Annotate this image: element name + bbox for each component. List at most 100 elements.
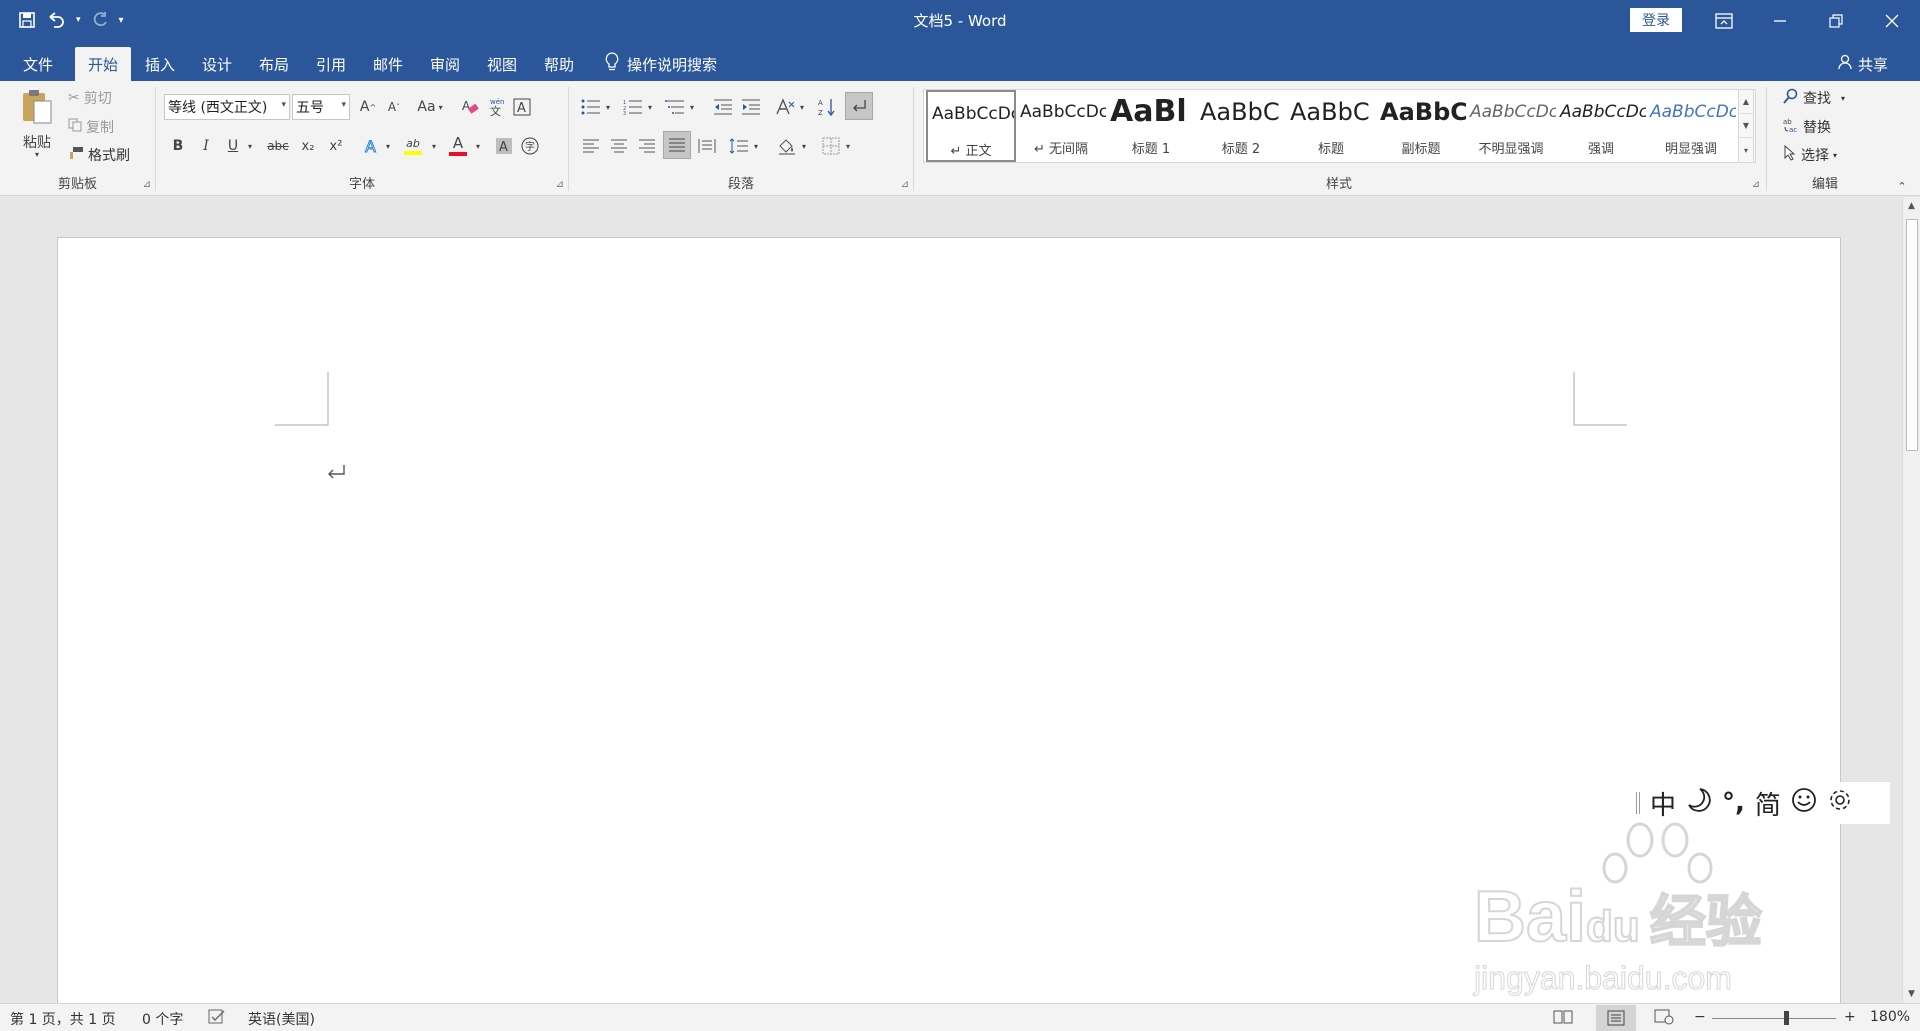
- login-button[interactable]: 登录: [1630, 8, 1682, 32]
- borders-icon[interactable]: [819, 133, 843, 159]
- superscript-button[interactable]: x²: [324, 133, 348, 159]
- tab-insert[interactable]: 插入: [134, 47, 186, 81]
- highlight-button[interactable]: ab: [400, 133, 426, 159]
- minimize-icon[interactable]: [1752, 0, 1808, 41]
- underline-dropdown-icon[interactable]: ▾: [244, 133, 256, 159]
- chinese-layout-icon[interactable]: [773, 94, 797, 120]
- show-marks-icon[interactable]: [845, 92, 873, 120]
- bullets-dropdown-icon[interactable]: ▾: [603, 94, 613, 120]
- font-name-dropdown-icon[interactable]: ▾: [281, 100, 286, 110]
- close-icon[interactable]: [1864, 0, 1920, 41]
- grow-font-button[interactable]: A ^: [356, 94, 380, 120]
- page-count[interactable]: 第 1 页，共 1 页: [10, 1009, 116, 1029]
- styles-launcher-icon[interactable]: ⊿: [1752, 179, 1760, 190]
- word-count[interactable]: 0 个字: [142, 1009, 183, 1029]
- select-dropdown-icon[interactable]: ▾: [1833, 151, 1837, 160]
- web-layout-icon[interactable]: [1654, 1009, 1674, 1029]
- borders-dropdown-icon[interactable]: ▾: [843, 133, 853, 159]
- ime-script-toggle[interactable]: 简: [1755, 785, 1781, 822]
- select-button[interactable]: 选择 ▾: [1783, 144, 1837, 165]
- replace-button[interactable]: ab ac 替换: [1783, 117, 1831, 137]
- shading-icon[interactable]: [775, 133, 799, 159]
- font-color-button[interactable]: A: [446, 133, 470, 159]
- emoji-icon[interactable]: [1791, 787, 1817, 820]
- bold-button[interactable]: B: [166, 133, 190, 159]
- font-name-combo[interactable]: 等线 (西文正文) ▾: [164, 94, 290, 120]
- tab-home[interactable]: 开始: [75, 47, 131, 81]
- increase-indent-icon[interactable]: [739, 94, 763, 120]
- tab-references[interactable]: 引用: [305, 47, 357, 81]
- zoom-slider-track[interactable]: [1712, 1018, 1836, 1019]
- cut-button[interactable]: ✂ 剪切: [68, 88, 112, 108]
- multilevel-dropdown-icon[interactable]: ▾: [687, 94, 697, 120]
- text-effects-icon[interactable]: A: [360, 133, 384, 159]
- zoom-level[interactable]: 180%: [1870, 1009, 1910, 1025]
- phonetic-guide-icon[interactable]: wén 文: [484, 94, 508, 120]
- font-launcher-icon[interactable]: ⊿: [556, 179, 564, 190]
- chinese-layout-dropdown-icon[interactable]: ▾: [797, 94, 807, 120]
- gear-icon[interactable]: [1827, 787, 1853, 820]
- print-layout-icon[interactable]: [1596, 1005, 1636, 1031]
- ime-drag-handle[interactable]: [1636, 792, 1640, 814]
- paragraph-launcher-icon[interactable]: ⊿: [901, 179, 909, 190]
- distributed-icon[interactable]: [695, 133, 719, 159]
- tab-file[interactable]: 文件: [12, 47, 64, 81]
- scroll-down-icon[interactable]: ▼: [1903, 985, 1920, 1003]
- tell-me-search[interactable]: 操作说明搜索: [605, 47, 717, 81]
- ribbon-display-options-icon[interactable]: [1696, 0, 1752, 41]
- document-page[interactable]: [57, 237, 1841, 1003]
- clipboard-launcher-icon[interactable]: ⊿: [143, 179, 151, 190]
- language[interactable]: 英语(美国): [248, 1009, 315, 1029]
- format-painter-button[interactable]: 格式刷: [68, 145, 130, 165]
- tab-view[interactable]: 视图: [476, 47, 528, 81]
- enclose-characters-icon[interactable]: 字: [518, 133, 542, 159]
- highlight-dropdown-icon[interactable]: ▾: [428, 133, 440, 159]
- character-shading-icon[interactable]: A: [492, 133, 516, 159]
- underline-button[interactable]: U: [222, 133, 244, 159]
- zoom-in-button[interactable]: +: [1844, 1009, 1856, 1025]
- italic-button[interactable]: I: [194, 133, 218, 159]
- text-effects-dropdown-icon[interactable]: ▾: [382, 133, 394, 159]
- zoom-out-button[interactable]: −: [1694, 1009, 1706, 1025]
- find-button[interactable]: 查找 ▾: [1783, 88, 1845, 108]
- line-spacing-dropdown-icon[interactable]: ▾: [751, 133, 761, 159]
- numbering-dropdown-icon[interactable]: ▾: [645, 94, 655, 120]
- ime-mode-toggle[interactable]: 中: [1650, 785, 1676, 822]
- find-dropdown-icon[interactable]: ▾: [1841, 94, 1845, 103]
- decrease-indent-icon[interactable]: [711, 94, 735, 120]
- copy-button[interactable]: 复制: [68, 117, 114, 137]
- justify-icon[interactable]: [663, 131, 691, 159]
- tab-design[interactable]: 设计: [191, 47, 243, 81]
- tab-help[interactable]: 帮助: [533, 47, 585, 81]
- tab-layout[interactable]: 布局: [248, 47, 300, 81]
- share-button[interactable]: 共享: [1838, 47, 1888, 81]
- sort-icon[interactable]: AZ: [815, 94, 839, 120]
- restore-icon[interactable]: [1808, 0, 1864, 41]
- read-mode-icon[interactable]: [1553, 1009, 1573, 1029]
- font-color-dropdown-icon[interactable]: ▾: [472, 133, 484, 159]
- collapse-ribbon-icon[interactable]: ⌃: [1894, 179, 1910, 193]
- tab-review[interactable]: 审阅: [419, 47, 471, 81]
- change-case-button[interactable]: Aa ▾: [412, 94, 448, 120]
- ime-punctuation-toggle[interactable]: °,: [1722, 788, 1745, 818]
- font-size-combo[interactable]: 五号 ▾: [292, 94, 350, 120]
- scroll-thumb[interactable]: [1906, 219, 1918, 451]
- align-center-icon[interactable]: [607, 133, 631, 159]
- numbering-icon[interactable]: 123: [621, 94, 645, 120]
- align-right-icon[interactable]: [635, 133, 659, 159]
- bullets-icon[interactable]: [579, 94, 603, 120]
- vertical-scrollbar[interactable]: ▲ ▼: [1902, 197, 1920, 1003]
- shading-dropdown-icon[interactable]: ▾: [799, 133, 809, 159]
- subscript-button[interactable]: x₂: [296, 133, 320, 159]
- font-size-dropdown-icon[interactable]: ▾: [341, 100, 346, 110]
- strikethrough-button[interactable]: abc: [264, 133, 292, 159]
- proofing-icon[interactable]: [208, 1009, 226, 1029]
- zoom-slider-thumb[interactable]: [1784, 1011, 1789, 1025]
- scroll-up-icon[interactable]: ▲: [1903, 197, 1920, 215]
- half-moon-icon[interactable]: [1686, 787, 1712, 820]
- line-spacing-icon[interactable]: [727, 133, 751, 159]
- multilevel-list-icon[interactable]: [663, 94, 687, 120]
- clear-formatting-icon[interactable]: A: [458, 94, 482, 120]
- paste-button[interactable]: 粘贴 ▾: [12, 87, 62, 159]
- character-border-icon[interactable]: A: [510, 94, 534, 120]
